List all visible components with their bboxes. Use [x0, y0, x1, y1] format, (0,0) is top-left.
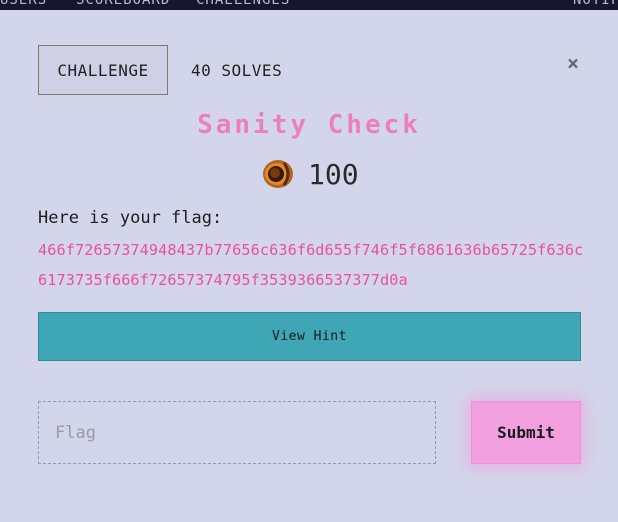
top-navigation: USERS SCOREBOARD CHALLENGES NOTIFICATION… [0, 0, 618, 10]
close-icon: × [566, 51, 580, 75]
tab-solves[interactable]: 40 SOLVES [191, 61, 282, 80]
nav-item-challenges[interactable]: CHALLENGES [196, 0, 290, 8]
flag-input[interactable] [38, 401, 436, 464]
challenge-title: Sanity Check [197, 110, 421, 140]
points-value: 100 [308, 157, 359, 191]
view-hint-button[interactable]: View Hint [38, 312, 581, 361]
nav-item-users[interactable]: USERS [0, 0, 47, 8]
submit-button[interactable]: Submit [471, 401, 581, 464]
close-button[interactable]: × [562, 51, 584, 75]
tab-challenge[interactable]: CHALLENGE [38, 45, 168, 95]
challenge-points: 100 [262, 157, 359, 191]
nav-item-notifications[interactable]: NOTIFICATIONS [573, 0, 618, 8]
challenge-modal: CHALLENGE 40 SOLVES × Sanity Check 100 H… [0, 10, 618, 522]
flag-label: Here is your flag: [38, 208, 223, 228]
nav-item-scoreboard[interactable]: SCOREBOARD [76, 0, 170, 8]
flag-value: 466f72657374948437b77656c636f6d655f746f5… [38, 241, 584, 289]
coin-icon [262, 159, 294, 189]
